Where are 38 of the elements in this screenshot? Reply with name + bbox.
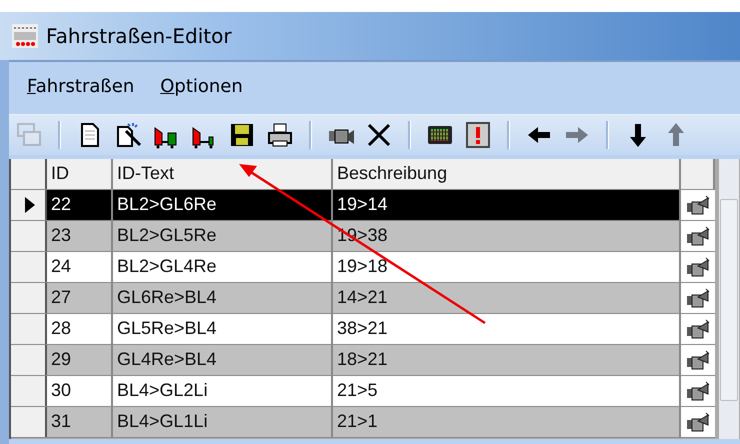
camera-icon[interactable]	[686, 257, 710, 277]
column-header[interactable]: Beschreibung	[333, 159, 681, 189]
row-header[interactable]	[11, 314, 47, 344]
column-header[interactable]	[681, 159, 715, 189]
delete-icon[interactable]	[365, 121, 393, 149]
table-row[interactable]: 31 BL4>GL1Li 21>1	[11, 407, 715, 438]
row-header[interactable]	[11, 252, 47, 282]
wizard-icon[interactable]	[114, 121, 142, 149]
camera-icon[interactable]	[686, 226, 710, 246]
camera-icon[interactable]	[686, 381, 710, 401]
menu-item[interactable]: Fahrstraßen	[19, 72, 142, 100]
scrollbar[interactable]	[719, 159, 739, 439]
menu-item[interactable]: Optionen	[152, 72, 251, 100]
row-header[interactable]	[11, 376, 47, 406]
window-title: Fahrstraßen-Editor	[46, 24, 232, 48]
row-header[interactable]	[11, 407, 47, 437]
camera-icon[interactable]	[686, 350, 710, 370]
table-row[interactable]: 22 BL2>GL6Re 19>14	[11, 190, 715, 221]
print-icon[interactable]	[266, 121, 294, 149]
alert-icon[interactable]	[464, 121, 492, 149]
row-header[interactable]	[11, 283, 47, 313]
table-row[interactable]: 27 GL6Re>BL4 14>21	[11, 283, 715, 314]
row-header[interactable]	[11, 345, 47, 375]
camera-icon[interactable]	[686, 412, 710, 432]
table-row[interactable]: 28 GL5Re>BL4 38>21	[11, 314, 715, 345]
table-row[interactable]: 30 BL4>GL2Li 21>5	[11, 376, 715, 407]
column-header[interactable]: ID	[47, 159, 113, 189]
row-header[interactable]	[11, 190, 47, 220]
row-header[interactable]	[11, 221, 47, 251]
camera-icon[interactable]	[686, 319, 710, 339]
camera-icon[interactable]	[686, 288, 710, 308]
table-row[interactable]: 29 GL4Re>BL4 18>21	[11, 345, 715, 376]
app-logo-icon	[12, 24, 38, 48]
save-icon[interactable]	[228, 121, 256, 149]
scrollbar-thumb[interactable]	[720, 199, 738, 401]
column-header[interactable]: ID-Text	[113, 159, 333, 189]
table-row[interactable]: 24 BL2>GL4Re 19>18	[11, 252, 715, 283]
camera-icon[interactable]	[686, 195, 710, 215]
